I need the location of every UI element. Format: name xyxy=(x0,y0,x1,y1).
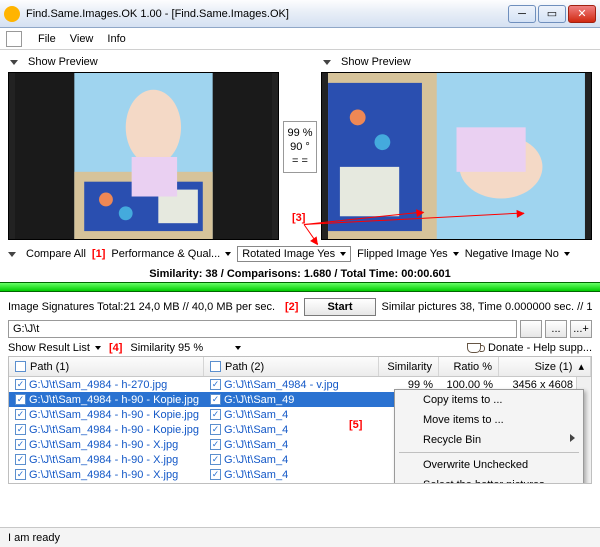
col-ratio[interactable]: Ratio % xyxy=(439,357,499,376)
negative-dropdown[interactable]: Negative Image No xyxy=(465,248,570,260)
preview-image-right xyxy=(321,72,592,240)
annotation-5: [5] xyxy=(349,419,362,431)
performance-dropdown[interactable]: Performance & Qual... xyxy=(111,248,231,260)
show-preview-left[interactable]: Show Preview xyxy=(8,54,279,72)
annotation-3: [3] xyxy=(292,212,305,224)
show-preview-right[interactable]: Show Preview xyxy=(321,54,592,72)
ctx-copy[interactable]: Copy items to ... xyxy=(395,390,583,410)
annotation-1: [1] xyxy=(92,248,105,260)
donate-link[interactable]: Donate - Help supp... xyxy=(467,342,592,354)
similarity-summary: Similarity: 38 / Comparisons: 1.680 / To… xyxy=(8,268,592,280)
ctx-move[interactable]: Move items to ... xyxy=(395,410,583,430)
col-path1[interactable]: Path (1) xyxy=(9,357,204,376)
path-input[interactable]: G:\J\t xyxy=(8,320,517,338)
show-result-dropdown[interactable]: Show Result List xyxy=(8,342,101,354)
chevron-right-icon xyxy=(570,434,575,442)
annotation-2: [2] xyxy=(285,301,298,313)
coffee-icon xyxy=(467,343,481,353)
minimize-button[interactable]: ─ xyxy=(508,5,536,23)
window-title: Find.Same.Images.OK 1.00 - [Find.Same.Im… xyxy=(26,8,508,20)
ctx-better[interactable]: Select the better pictures xyxy=(395,475,583,484)
start-button[interactable]: Start xyxy=(304,298,375,316)
flipped-dropdown[interactable]: Flipped Image Yes xyxy=(357,248,459,260)
col-similarity[interactable]: Similarity xyxy=(379,357,439,376)
rotated-dropdown[interactable]: Rotated Image Yes xyxy=(237,246,351,262)
signatures-label: Image Signatures Total:21 24,0 MB // 40,… xyxy=(8,301,275,313)
add-button[interactable]: ...+ xyxy=(570,320,592,338)
progress-bar xyxy=(0,282,600,292)
compare-dropdown[interactable]: Compare All xyxy=(8,248,86,260)
menu-file[interactable]: File xyxy=(38,33,56,45)
menu-view[interactable]: View xyxy=(70,33,94,45)
ctx-recycle[interactable]: Recycle Bin xyxy=(395,430,583,450)
browse-button[interactable]: ... xyxy=(545,320,567,338)
titlebar: Find.Same.Images.OK 1.00 - [Find.Same.Im… xyxy=(0,0,600,28)
annotation-4: [4] xyxy=(109,342,122,354)
app-icon xyxy=(4,6,20,22)
col-size[interactable]: Size (1)▴ xyxy=(499,357,591,376)
ctx-overwrite[interactable]: Overwrite Unchecked xyxy=(395,455,583,475)
match-info-box: 99 %90 °= = xyxy=(283,121,316,174)
menu-info[interactable]: Info xyxy=(107,33,125,45)
close-button[interactable]: ✕ xyxy=(568,5,596,23)
status-bar: I am ready xyxy=(0,527,600,547)
path-dropdown-button[interactable] xyxy=(520,320,542,338)
results-table: Path (1) Path (2) Similarity Ratio % Siz… xyxy=(8,356,592,484)
context-menu: Copy items to ... Move items to ... Recy… xyxy=(394,389,584,484)
chevron-down-icon xyxy=(10,60,18,65)
similar-count-label: Similar pictures 38, Time 0.000000 sec. … xyxy=(382,301,592,313)
file-icon xyxy=(6,31,22,47)
maximize-button[interactable]: ▭ xyxy=(538,5,566,23)
chevron-down-icon xyxy=(323,60,331,65)
preview-image-left xyxy=(8,72,279,240)
similarity-filter-dropdown[interactable]: Similarity 95 % xyxy=(130,342,241,354)
menu-bar: File View Info xyxy=(0,28,600,50)
col-path2[interactable]: Path (2) xyxy=(204,357,379,376)
